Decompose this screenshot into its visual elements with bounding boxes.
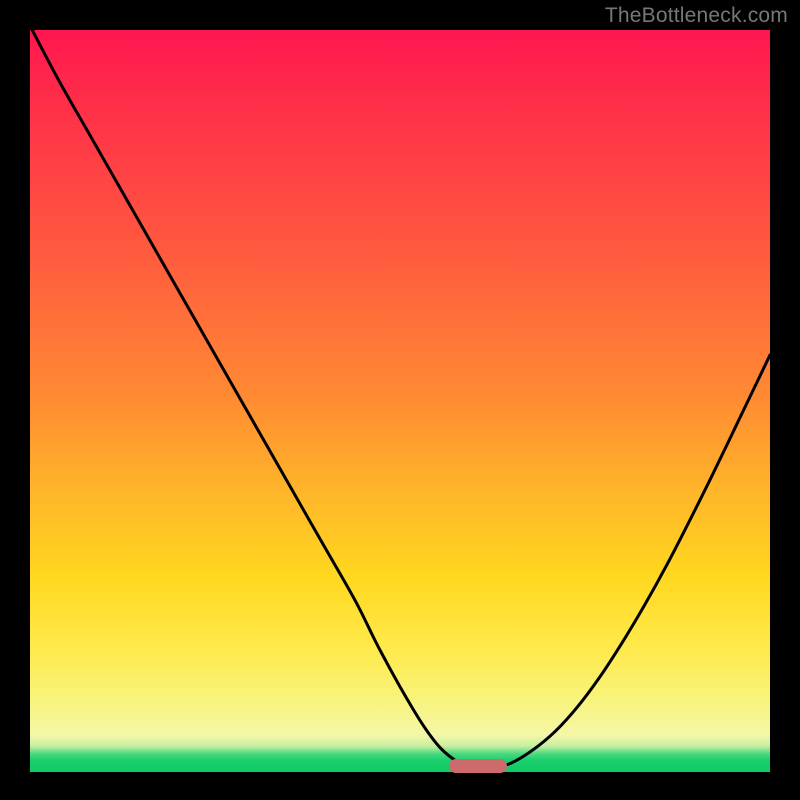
watermark-text: TheBottleneck.com [605,4,788,28]
curve-right-arm [489,355,770,770]
chart-frame: TheBottleneck.com [0,0,800,800]
optimal-marker [449,759,507,773]
curve-left-arm [32,30,474,770]
bottleneck-curve [30,30,770,772]
plot-area [30,30,770,772]
